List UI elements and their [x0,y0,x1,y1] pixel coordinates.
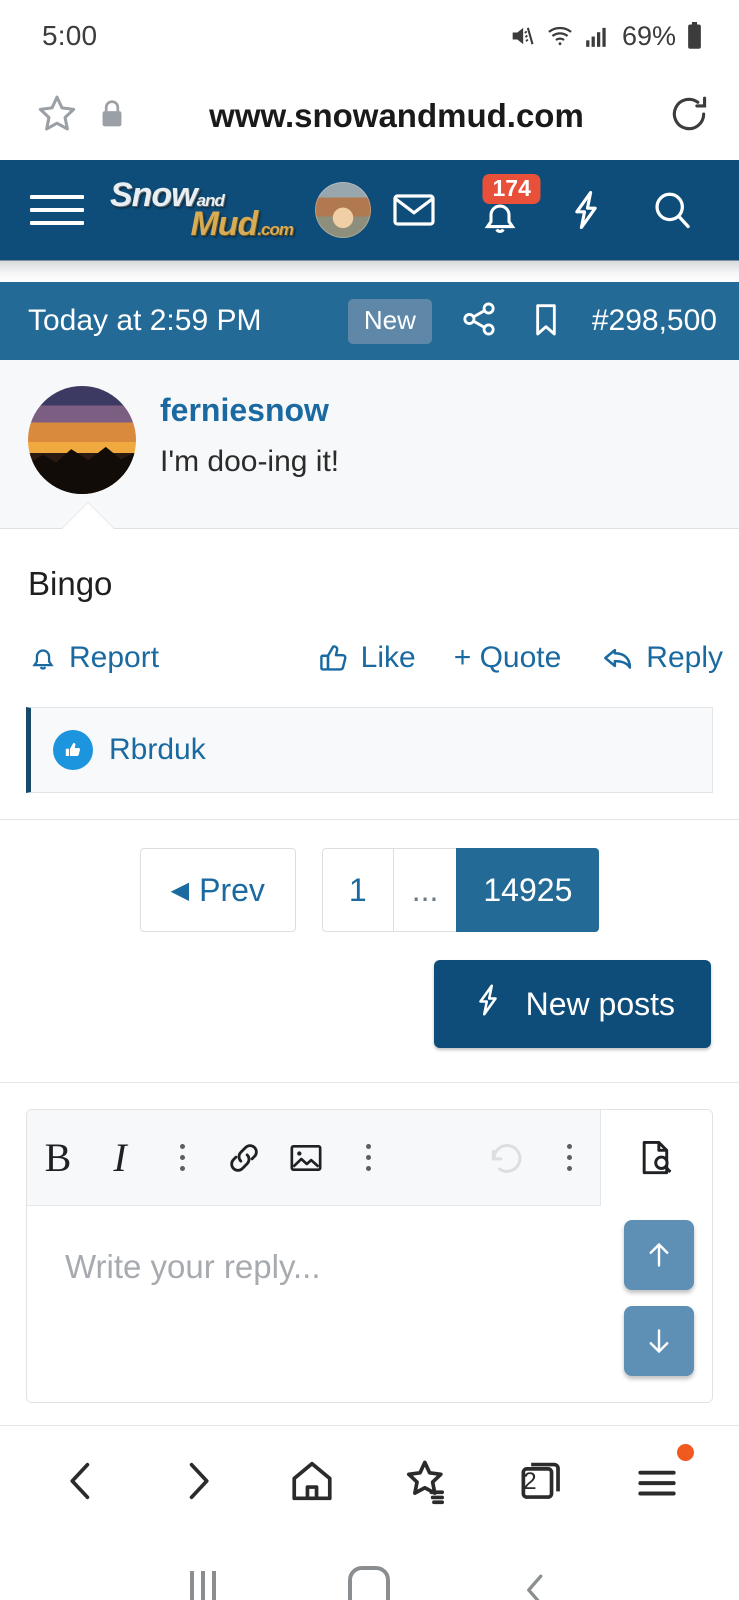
post-text: Bingo [28,565,113,602]
arrow-down-icon[interactable] [624,1306,694,1376]
link-icon[interactable] [213,1110,275,1206]
url-text[interactable]: www.snowandmud.com [144,97,649,135]
battery-percent: 69% [621,20,676,51]
more-vertical-icon[interactable] [538,1110,600,1206]
image-icon[interactable] [275,1110,337,1206]
quote-text: I'm doo-ing it! [160,445,340,478]
arrow-up-icon[interactable] [624,1220,694,1290]
quoted-post: ferniesnow I'm doo-ing it! [0,360,739,529]
editor-toolbar: B I [27,1110,712,1206]
post-header-actions: New #298,500 [347,298,717,345]
preview-document-icon[interactable] [600,1110,712,1206]
reply-label: Reply [646,641,723,674]
pagination-ellipsis[interactable]: ... [392,848,458,932]
user-avatar[interactable] [315,182,371,238]
new-posts-row: New posts [0,942,739,1082]
pagination-page-current[interactable]: 14925 [456,848,600,932]
notification-badge: 174 [482,174,541,205]
post-header: Today at 2:59 PM New #298,500 [0,282,739,360]
undo-icon [476,1110,538,1206]
quote-button[interactable]: + Quote [454,641,562,675]
page-top-strip [0,260,739,282]
reply-editor-wrapper: B I Write your reply... [0,1083,739,1425]
share-icon[interactable] [458,298,500,345]
bold-icon[interactable]: B [27,1110,89,1206]
tabs-count: 2 [523,1467,537,1495]
pagination-page-first[interactable]: 1 [321,848,394,932]
logo-text-mud: Mud [190,205,258,243]
avatar[interactable] [28,386,136,494]
more-vertical-icon[interactable] [337,1110,399,1206]
reply-button[interactable]: Reply [599,639,723,677]
editor-scroll-buttons [624,1220,694,1376]
tabs-icon[interactable]: 2 [499,1438,585,1524]
pagination-pages: 1 ... 14925 [321,848,600,932]
report-label: Report [69,641,160,674]
back-icon[interactable] [39,1438,125,1524]
logo-text-snow: Snow [109,175,198,214]
likes-box[interactable]: Rbrduk [26,707,713,793]
lightning-icon[interactable] [543,160,629,260]
wifi-icon [546,22,574,50]
quote-content: ferniesnow I'm doo-ing it! [160,386,339,494]
more-vertical-icon[interactable] [151,1110,213,1206]
search-icon[interactable] [629,160,715,260]
menu-icon[interactable] [614,1438,700,1524]
phone-screen: 5:00 69% www.snowandmud.com Snowand Mud.… [0,0,739,1600]
lightning-icon [470,982,506,1026]
post-actions: Report Like + Quote Reply [0,603,739,707]
report-button[interactable]: Report [26,641,159,675]
reply-placeholder: Write your reply... [65,1248,321,1285]
site-logo[interactable]: Snowand Mud.com [110,178,294,241]
like-username[interactable]: Rbrduk [109,733,206,767]
pagination: ◀ Prev 1 ... 14925 [0,820,739,942]
cellular-signal-icon [584,23,610,49]
bookmarks-star-icon[interactable] [384,1438,470,1524]
reply-textarea[interactable]: Write your reply... [27,1206,712,1402]
pagination-prev-label: Prev [199,871,265,908]
site-header: Snowand Mud.com 174 [0,160,739,260]
bell-icon[interactable]: 174 [457,160,543,260]
system-nav-bar [0,1535,739,1600]
logo-text-com: .com [257,220,294,239]
bookmark-icon[interactable] [526,299,566,344]
star-icon[interactable] [34,91,80,142]
new-posts-label: New posts [525,985,675,1022]
header-icon-group: 174 [371,160,715,260]
post-number[interactable]: #298,500 [592,304,717,338]
browser-url-bar[interactable]: www.snowandmud.com [0,72,739,160]
mail-icon[interactable] [371,160,457,260]
quote-username[interactable]: ferniesnow [160,392,339,429]
lock-icon[interactable] [98,98,126,135]
hamburger-icon[interactable] [30,195,84,225]
post-body: Bingo [0,529,739,603]
like-label: Like [360,641,416,674]
reply-editor: B I Write your reply... [26,1109,713,1403]
likes-section: Rbrduk [0,707,739,819]
home-icon[interactable] [269,1438,355,1524]
status-badge: New [347,298,432,344]
status-icons: 69% [508,21,703,52]
back-button-icon[interactable] [496,1550,576,1600]
quote-tail [62,503,114,529]
italic-icon[interactable]: I [89,1110,151,1206]
post-date: Today at 2:59 PM [28,304,262,337]
recent-apps-icon[interactable] [163,1550,243,1600]
like-button[interactable]: Like [316,640,416,676]
status-bar: 5:00 69% [0,0,739,72]
mute-icon [508,22,536,50]
menu-notification-dot [677,1443,695,1461]
forward-icon[interactable] [154,1438,240,1524]
new-posts-button[interactable]: New posts [433,960,711,1048]
quote-label: + Quote [453,641,562,674]
post-actions-right: Like + Quote Reply [316,639,723,677]
battery-icon [686,22,703,50]
home-button-icon[interactable] [329,1550,409,1600]
status-time: 5:00 [42,20,98,51]
thumbs-up-icon [53,730,93,770]
reload-icon[interactable] [667,92,711,141]
pagination-prev[interactable]: ◀ Prev [139,848,296,932]
browser-nav-bar: 2 [0,1425,739,1535]
